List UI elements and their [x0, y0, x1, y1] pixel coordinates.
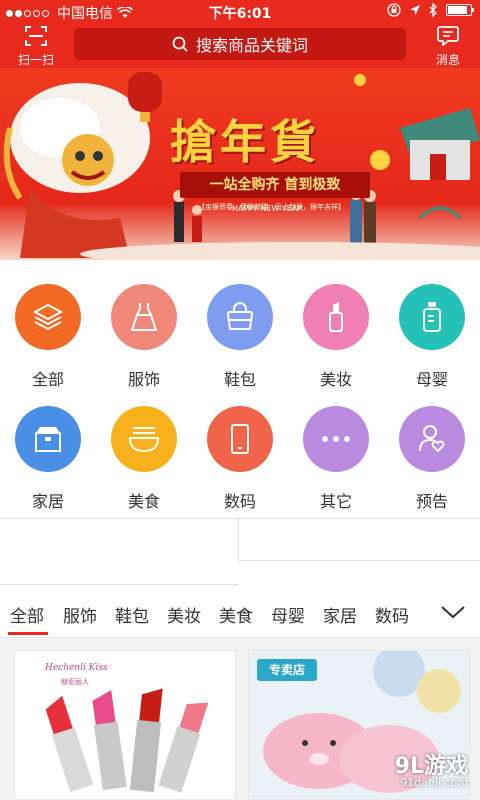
message-icon: [437, 26, 459, 47]
box-icon: [35, 427, 61, 452]
category-label: 数码: [223, 492, 256, 511]
product-grid: Hechenli Kiss 赫臣丽人 专卖店 9L游戏 91danji.com: [0, 638, 480, 800]
tab-all[interactable]: 全部: [10, 602, 44, 627]
person-heart-icon: [419, 425, 445, 453]
more-icon: [322, 436, 350, 442]
status-right: [387, 3, 474, 17]
category-icon-bg: [15, 284, 81, 350]
app-header: 扫一扫 搜索商品关键词 消息: [0, 24, 480, 68]
message-button[interactable]: 消息: [428, 26, 468, 67]
category-others[interactable]: 其它: [288, 382, 384, 511]
tab-home[interactable]: 家居: [323, 602, 357, 627]
search-icon: [172, 36, 188, 52]
category-baby[interactable]: 母婴: [384, 260, 480, 389]
location-icon: [410, 5, 420, 15]
category-tabs: 全部 服饰 鞋包 美妆 美食 母婴 家居 数码: [0, 592, 480, 638]
promo-area: [0, 516, 480, 592]
active-tab-indicator: [8, 632, 48, 635]
layers-icon: [32, 303, 64, 331]
category-food[interactable]: 美食: [96, 382, 192, 511]
tab-beauty[interactable]: 美妆: [167, 602, 201, 627]
banner-greeting: HAPPY NEW YEAR: [232, 204, 303, 213]
tab-bags[interactable]: 鞋包: [115, 602, 149, 627]
lipstick-product-image: [45, 688, 209, 793]
message-label: 消息: [435, 53, 460, 67]
category-icon-bg: [111, 284, 177, 350]
category-beauty[interactable]: 美妆: [288, 260, 384, 389]
dress-icon: [130, 303, 158, 331]
search-placeholder: 搜索商品关键词: [195, 36, 308, 55]
category-icon-bg: [399, 284, 465, 350]
category-icon-bg: [303, 406, 369, 472]
category-icon-bg: [111, 406, 177, 472]
category-preview[interactable]: 预告: [384, 382, 480, 511]
chevron-down-icon[interactable]: [440, 604, 466, 620]
noodle-bowl-icon: [128, 427, 160, 453]
category-icon-bg: [303, 284, 369, 350]
scan-label: 扫一扫: [17, 53, 54, 67]
store-badge: 专卖店: [257, 659, 317, 681]
bluetooth-icon: [429, 3, 437, 17]
category-icon-bg: [207, 284, 273, 350]
category-all[interactable]: 全部: [0, 260, 96, 389]
phone-icon: [231, 424, 249, 454]
banner-title: 搶年貨: [170, 115, 320, 169]
product-card-lipstick[interactable]: Hechenli Kiss 赫臣丽人: [14, 650, 236, 800]
search-bar[interactable]: 搜索商品关键词: [74, 28, 406, 60]
tab-digital[interactable]: 数码: [375, 602, 409, 627]
category-label: 其它: [319, 492, 352, 511]
status-bar: 中国电信 下午6:01: [0, 0, 480, 24]
tab-food[interactable]: 美食: [219, 602, 253, 627]
lipstick-icon: [329, 302, 343, 332]
promo-banner[interactable]: 搶年貨 一站全购齐 首到极致 【金猴贺春，灵猴献瑞，马上封侯，猴年吉祥】 HAP…: [0, 68, 480, 260]
category-clothing[interactable]: 服饰: [96, 260, 192, 389]
category-home[interactable]: 家居: [0, 382, 96, 511]
category-icon-bg: [399, 406, 465, 472]
baby-bottle-icon: [423, 302, 441, 332]
lock-rotation-icon: [387, 3, 401, 17]
category-digital[interactable]: 数码: [192, 382, 288, 511]
category-label: 预告: [415, 492, 448, 511]
watermark-logo: 9L游戏 91danji.com: [344, 748, 474, 794]
banner-subtitle: 一站全购齐 首到极致: [180, 172, 370, 198]
category-icon-bg: [15, 406, 81, 472]
divider: [0, 584, 238, 585]
category-label: 家居: [31, 492, 64, 511]
battery-icon: [446, 4, 474, 16]
scan-button[interactable]: 扫一扫: [12, 26, 60, 67]
category-grid: 全部 服饰 鞋包 美妆 母婴 家居 美食 数码 其它 预告: [0, 260, 480, 516]
category-icon-bg: [207, 406, 273, 472]
divider: [238, 560, 480, 561]
tab-clothing[interactable]: 服饰: [63, 602, 97, 627]
watermark-url: 91danji.com: [400, 776, 468, 789]
category-bags[interactable]: 鞋包: [192, 260, 288, 389]
tab-baby[interactable]: 母婴: [271, 602, 305, 627]
scan-icon: [25, 26, 47, 46]
divider: [0, 518, 480, 519]
category-label: 美食: [127, 492, 160, 511]
divider: [238, 518, 239, 560]
handbag-icon: [226, 302, 254, 330]
